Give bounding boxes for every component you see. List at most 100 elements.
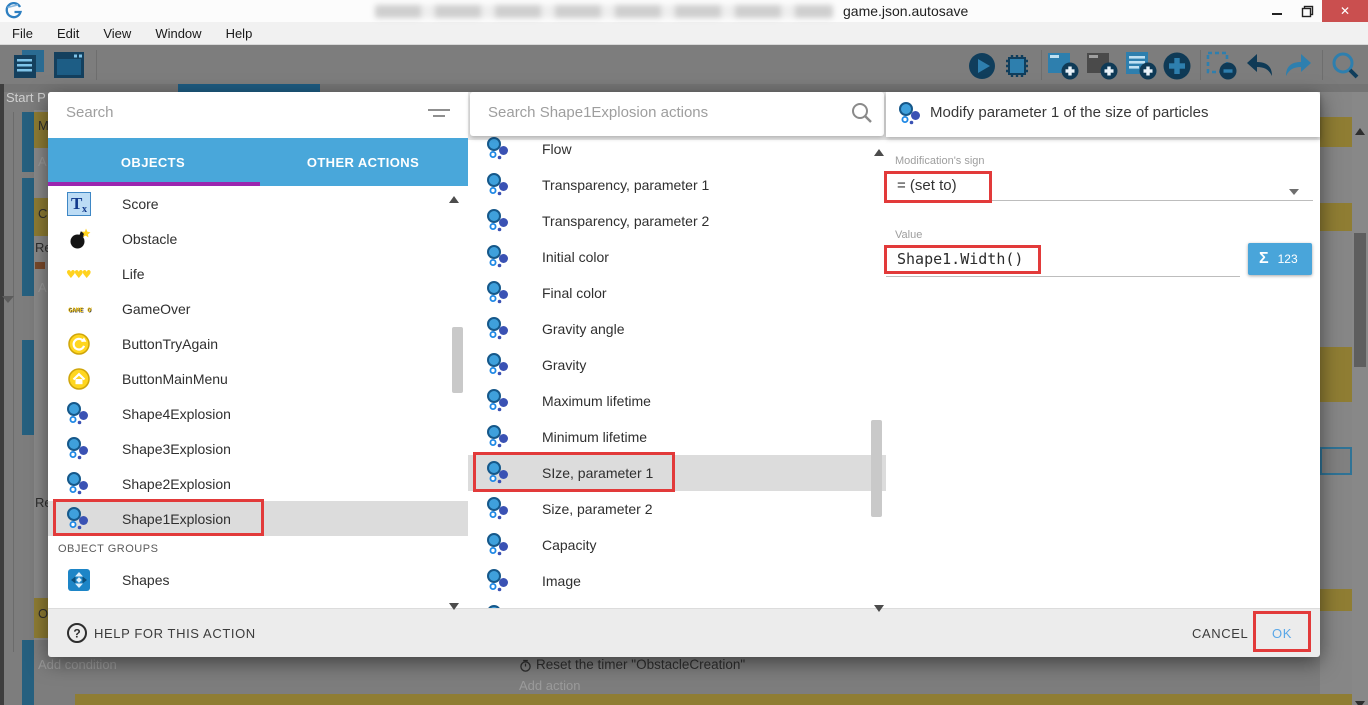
add-condition-link[interactable]: Add condition — [38, 657, 117, 672]
start-page-tab[interactable]: Start P — [6, 90, 48, 105]
add-action-link[interactable]: Add action — [519, 678, 580, 693]
action-list-item[interactable]: Initial color — [468, 239, 886, 275]
project-manager-icon[interactable] — [10, 48, 48, 87]
event-header-block — [1320, 117, 1352, 147]
action-list-item[interactable]: Capacity — [468, 527, 886, 563]
field-underline — [886, 276, 1240, 277]
object-group-item[interactable]: Shapes — [48, 562, 468, 597]
object-list-item[interactable]: Shape2Explosion — [48, 466, 468, 501]
add-new-icon[interactable] — [1161, 50, 1193, 87]
object-list-item[interactable]: Shape3Explosion — [48, 431, 468, 466]
object-list-item[interactable]: GAME OVERGAME OVERGameOver — [48, 291, 468, 326]
action-list-item[interactable]: Transparency, parameter 1 — [468, 167, 886, 203]
action-list-item[interactable] — [468, 599, 886, 608]
object-list-item[interactable]: TxScore — [48, 186, 468, 221]
add-subevent-icon[interactable] — [1085, 50, 1119, 87]
clipped-text: A — [38, 154, 47, 169]
play-icon[interactable] — [966, 50, 998, 87]
object-list-item-label: GameOver — [122, 301, 190, 317]
scroll-down-icon[interactable] — [449, 597, 459, 615]
undo-icon[interactable] — [1243, 50, 1277, 87]
text-object-icon: Tx — [66, 191, 92, 217]
action-list-item[interactable]: Flow — [468, 131, 886, 167]
object-list-item[interactable]: ButtonTryAgain — [48, 326, 468, 361]
action-list-item[interactable]: Maximum lifetime — [468, 383, 886, 419]
object-list-item[interactable]: Obstacle — [48, 221, 468, 256]
add-comment-icon[interactable] — [1124, 50, 1158, 87]
action-list-item-label: Flow — [542, 141, 572, 157]
particle-emitter-icon — [898, 101, 924, 132]
tiny-sprite-icon — [35, 262, 45, 269]
action-list-item[interactable]: Transparency, parameter 2 — [468, 203, 886, 239]
particle-emitter-icon — [486, 172, 512, 198]
svg-text:?: ? — [73, 627, 80, 641]
filter-icon[interactable] — [426, 104, 452, 127]
actions-search-input[interactable] — [486, 103, 820, 122]
particle-emitter-icon — [66, 436, 92, 462]
object-group-list: Shapes — [48, 562, 468, 608]
scroll-down-icon[interactable] — [874, 599, 884, 617]
app-window: game.json.autosave ✕ File Edit View Wind… — [0, 0, 1368, 705]
action-list-item-label: Minimum lifetime — [542, 429, 647, 445]
scroll-up-icon[interactable] — [449, 190, 459, 208]
menu-edit[interactable]: Edit — [45, 26, 91, 41]
close-button[interactable]: ✕ — [1322, 0, 1368, 22]
action-list-item[interactable]: SIze, parameter 1 — [468, 455, 886, 491]
timer-icon — [519, 659, 532, 677]
remove-selection-icon[interactable] — [1205, 50, 1239, 87]
toolbar-separator — [96, 50, 97, 80]
action-list-item-label: Capacity — [542, 537, 596, 553]
minimize-button[interactable] — [1262, 0, 1292, 22]
object-group-item-label: Shapes — [122, 572, 169, 588]
redo-icon[interactable] — [1281, 50, 1315, 87]
sign-select[interactable]: = (set to) — [897, 177, 957, 194]
chevron-down-icon[interactable] — [1288, 183, 1300, 201]
particle-emitter-icon — [486, 280, 512, 306]
ok-button[interactable]: OK — [1272, 626, 1292, 641]
tab-objects[interactable]: OBJECTS — [48, 138, 258, 186]
action-list-item[interactable]: Minimum lifetime — [468, 419, 886, 455]
main-scrollbar-thumb[interactable] — [1354, 233, 1366, 367]
tab-other-actions[interactable]: OTHER ACTIONS — [258, 138, 468, 186]
action-list-item[interactable]: Size, parameter 2 — [468, 491, 886, 527]
menu-file[interactable]: File — [0, 26, 45, 41]
expression-editor-button[interactable]: Σ 123 — [1248, 243, 1312, 275]
action-list-item-label: Transparency, parameter 2 — [542, 213, 709, 229]
restore-button[interactable] — [1293, 0, 1321, 22]
help-icon[interactable]: ? — [66, 622, 88, 649]
objects-search-input[interactable] — [64, 103, 368, 122]
search-toolbar-icon[interactable] — [1329, 50, 1361, 87]
event-header-block — [1320, 589, 1352, 611]
actions-scrollbar-thumb[interactable] — [871, 420, 882, 517]
menu-help[interactable]: Help — [214, 26, 265, 41]
action-list-item[interactable]: Image — [468, 563, 886, 599]
object-list-item-label: Obstacle — [122, 231, 177, 247]
cancel-button[interactable]: CANCEL — [1192, 626, 1248, 641]
particle-emitter-icon — [486, 208, 512, 234]
scene-window-icon[interactable] — [52, 48, 88, 87]
scroll-up-icon[interactable] — [874, 143, 884, 161]
scroll-up-icon[interactable] — [1355, 122, 1365, 140]
action-list-item[interactable]: Gravity angle — [468, 311, 886, 347]
sigma-icon: Σ — [1259, 250, 1269, 268]
add-event-icon[interactable] — [1046, 50, 1080, 87]
object-list-item[interactable]: ♥♥♥Life — [48, 256, 468, 291]
action-list-item[interactable]: Gravity — [468, 347, 886, 383]
object-list-item[interactable]: Shape4Explosion — [48, 396, 468, 431]
object-list-item[interactable]: Shape1Explosion — [48, 501, 468, 536]
search-icon[interactable] — [850, 101, 874, 130]
menu-view[interactable]: View — [91, 26, 143, 41]
help-button[interactable]: HELP FOR THIS ACTION — [94, 626, 256, 641]
object-list-item-label: Life — [122, 266, 145, 282]
action-list-item[interactable]: Final color — [468, 275, 886, 311]
debug-icon[interactable] — [1001, 50, 1033, 87]
menu-window[interactable]: Window — [143, 26, 213, 41]
object-list-item[interactable]: ButtonMainMenu — [48, 361, 468, 396]
objects-scrollbar-thumb[interactable] — [452, 327, 463, 393]
value-input[interactable]: Shape1.Width() — [897, 250, 1023, 268]
main-scrollbar-track[interactable] — [1352, 92, 1368, 705]
scroll-down-icon[interactable] — [1355, 695, 1365, 705]
collapse-arrow-icon[interactable] — [2, 290, 14, 308]
object-list: TxScore Obstacle ♥♥♥LifeGAME OVERGAME OVER… — [48, 186, 468, 536]
events-column — [34, 110, 48, 640]
